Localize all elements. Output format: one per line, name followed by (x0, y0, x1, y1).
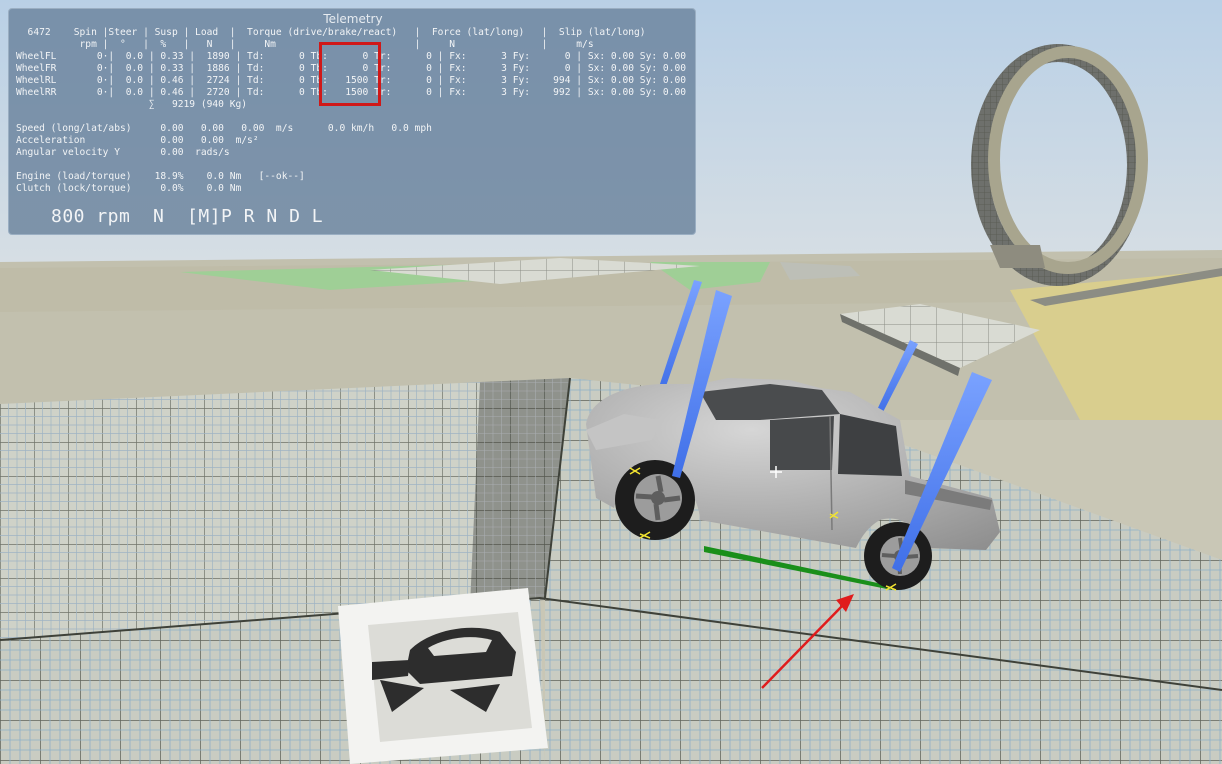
clutch-line: Clutch (lock/torque) 0.0% 0.0 Nm (16, 183, 242, 194)
load-total: ∑ 9219 (940 Kg) (16, 99, 248, 110)
wheel-table-units: rpm | ° | % | N | Nm | N | m/s (16, 39, 594, 50)
gear-rpm-readout: 800 rpm N [M]P R N D L (51, 206, 324, 227)
acceleration-line: Acceleration 0.00 0.00 m/s² (16, 135, 259, 146)
wheel-front-left (615, 460, 695, 540)
wheel-table-header: 6472 Spin |Steer | Susp | Load | Torque … (16, 27, 646, 38)
brake-torque-highlight-box (319, 42, 381, 106)
speed-line: Speed (long/lat/abs) 0.00 0.00 0.00 m/s … (16, 123, 432, 134)
car-floor-sign (338, 588, 548, 764)
engine-line: Engine (load/torque) 18.9% 0.0 Nm [--ok-… (16, 171, 305, 182)
angular-velocity-line: Angular velocity Y 0.00 rads/s (16, 147, 230, 158)
telemetry-title: Telemetry (323, 12, 383, 26)
